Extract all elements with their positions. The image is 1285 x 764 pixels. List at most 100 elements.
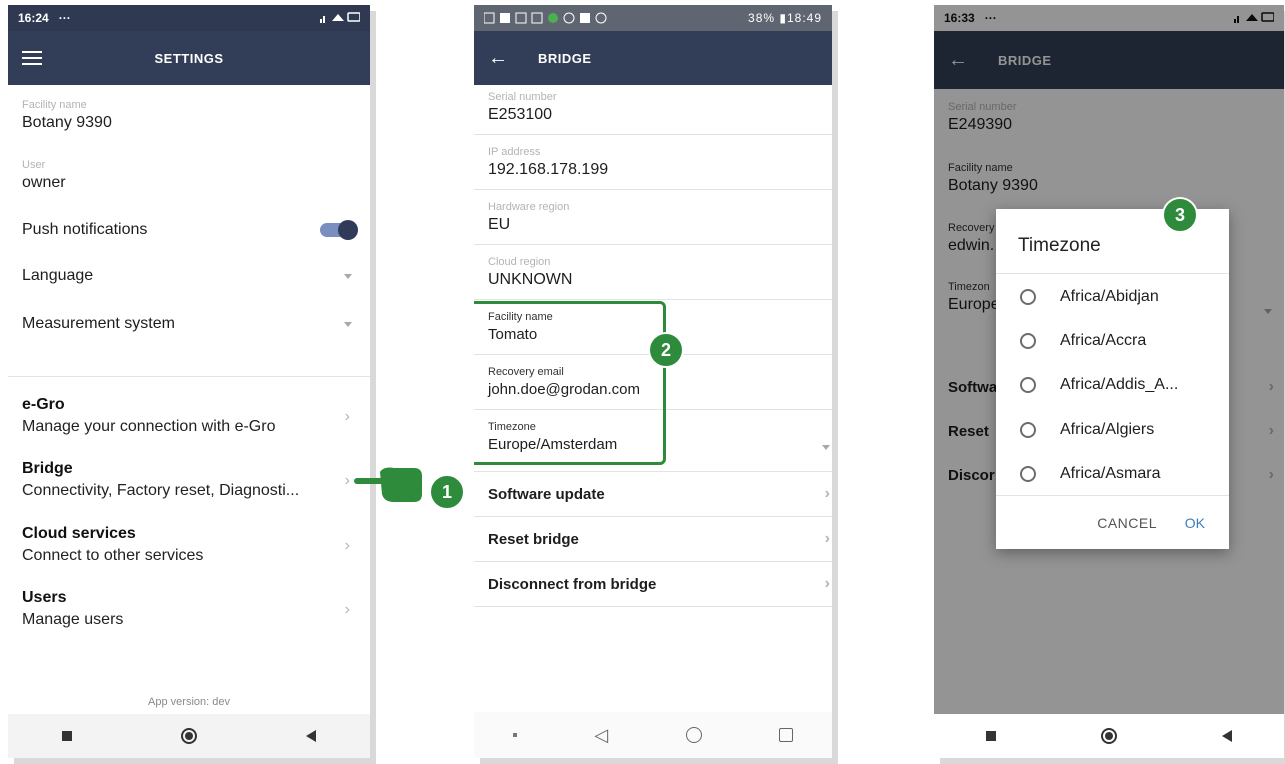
ip-address-field: IP address 192.168.178.199 xyxy=(488,146,818,179)
field-divider xyxy=(474,189,832,190)
field-label: Serial number xyxy=(488,91,557,103)
dialog-title: Timezone xyxy=(1018,235,1101,256)
home-icon[interactable] xyxy=(180,728,197,744)
timezone-option[interactable]: Africa/Algiers xyxy=(996,414,1229,446)
status-battery-time: 38% ▮18:49 xyxy=(748,11,822,25)
radio-button[interactable] xyxy=(1020,422,1036,438)
field-label: Facility name xyxy=(22,99,87,111)
field-label: Cloud region xyxy=(488,256,551,268)
field-value: E253100 xyxy=(488,106,553,123)
radio-button[interactable] xyxy=(1020,289,1036,305)
timezone-option[interactable]: Africa/Accra xyxy=(996,325,1229,357)
menu-item-bridge[interactable]: Bridge Connectivity, Factory reset, Diag… xyxy=(8,460,370,500)
home-icon[interactable] xyxy=(685,727,702,743)
status-time: 16:24 xyxy=(18,11,49,25)
phone-bridge: 38% ▮18:49 ← BRIDGE Serial number E25310… xyxy=(474,5,832,758)
page-title: SETTINGS xyxy=(154,50,224,66)
back-arrow-icon[interactable]: ← xyxy=(488,47,508,70)
timezone-option[interactable]: Africa/Addis_A... xyxy=(996,369,1229,401)
signal-icon xyxy=(320,11,361,23)
dialog-divider xyxy=(996,273,1229,274)
back-icon[interactable] xyxy=(305,730,316,742)
field-value: Botany 9390 xyxy=(22,114,112,131)
serial-number-field: Serial number E253100 xyxy=(488,91,818,124)
menu-item-title: Bridge xyxy=(22,460,73,477)
option-label: Africa/Accra xyxy=(1060,332,1147,349)
dropdown-caret-icon xyxy=(344,273,352,279)
field-value: UNKNOWN xyxy=(488,271,573,288)
hardware-region-field: Hardware region EU xyxy=(488,201,818,234)
back-icon[interactable]: ◁ xyxy=(594,725,608,746)
action-label: Software update xyxy=(488,485,605,503)
android-nav-bar xyxy=(934,714,1284,758)
option-label: Africa/Abidjan xyxy=(1060,288,1159,305)
measurement-system-select[interactable]: Measurement system xyxy=(8,311,370,337)
chevron-right-icon: › xyxy=(824,530,830,547)
field-label: User xyxy=(22,159,46,171)
field-divider xyxy=(474,606,832,607)
recents-icon[interactable] xyxy=(986,731,997,741)
facility-name-field: Facility name Botany 9390 xyxy=(22,99,356,132)
option-label: Africa/Addis_A... xyxy=(1060,376,1179,393)
option-label: Africa/Asmara xyxy=(1060,465,1161,482)
menu-item-subtitle: Connect to other services xyxy=(22,547,204,564)
push-notifications-label: Push notifications xyxy=(22,221,148,238)
status-icons xyxy=(320,11,361,26)
dot-icon xyxy=(512,733,517,737)
menu-item-egro[interactable]: e-Gro Manage your connection with e-Gro … xyxy=(8,396,370,436)
section-divider xyxy=(8,376,370,377)
radio-button[interactable] xyxy=(1020,466,1036,482)
menu-item-subtitle: Manage users xyxy=(22,611,124,628)
dropdown-caret-icon xyxy=(344,321,352,327)
toggle-knob xyxy=(338,220,358,240)
reset-bridge-row[interactable]: Reset bridge › xyxy=(474,517,832,561)
disconnect-bridge-row[interactable]: Disconnect from bridge › xyxy=(474,562,832,606)
app-bar: ← BRIDGE xyxy=(474,31,832,85)
timezone-option[interactable]: Africa/Asmara xyxy=(996,458,1229,490)
status-dots: ··· xyxy=(58,11,71,25)
user-field: User owner xyxy=(22,159,356,192)
chevron-right-icon: › xyxy=(344,537,350,554)
field-label: IP address xyxy=(488,146,541,158)
menu-item-title: e-Gro xyxy=(22,396,65,413)
highlight-box xyxy=(474,301,666,465)
pointing-hand-icon xyxy=(354,467,422,502)
app-bar: SETTINGS xyxy=(8,31,370,85)
back-icon[interactable] xyxy=(1221,730,1232,742)
software-update-row[interactable]: Software update › xyxy=(474,472,832,516)
phone-bridge-timezone: 16:33 ··· ← BRIDGE Serial number E249390… xyxy=(934,5,1284,758)
action-label: Reset bridge xyxy=(488,530,579,548)
menu-item-title: Cloud services xyxy=(22,525,136,542)
timezone-option[interactable]: Africa/Abidjan xyxy=(996,281,1229,313)
menu-item-cloud-services[interactable]: Cloud services Connect to other services… xyxy=(8,525,370,565)
step-badge-3: 3 xyxy=(1162,197,1198,233)
action-label: Disconnect from bridge xyxy=(488,575,657,593)
field-value: EU xyxy=(488,216,511,233)
radio-button[interactable] xyxy=(1020,377,1036,393)
home-icon[interactable] xyxy=(1100,728,1117,744)
field-divider xyxy=(474,299,832,300)
field-divider xyxy=(474,134,832,135)
ok-button[interactable]: OK xyxy=(1185,515,1205,531)
timezone-dialog: Timezone Africa/Abidjan Africa/Accra Afr… xyxy=(996,209,1229,549)
chevron-right-icon: › xyxy=(824,485,830,502)
measurement-system-label: Measurement system xyxy=(22,315,175,332)
language-select[interactable]: Language xyxy=(8,263,370,289)
menu-item-users[interactable]: Users Manage users › xyxy=(8,589,370,629)
menu-item-title: Users xyxy=(22,589,67,606)
push-notifications-row[interactable]: Push notifications xyxy=(8,217,370,243)
push-notifications-toggle[interactable] xyxy=(320,220,358,240)
page-title: BRIDGE xyxy=(538,50,592,66)
recents-icon[interactable] xyxy=(62,731,73,741)
status-bar: 38% ▮18:49 xyxy=(474,5,832,31)
recents-icon[interactable] xyxy=(779,728,794,742)
radio-button[interactable] xyxy=(1020,333,1036,349)
cancel-button[interactable]: CANCEL xyxy=(1097,515,1157,531)
step-badge-1: 1 xyxy=(429,474,465,510)
dialog-divider xyxy=(996,495,1229,496)
field-value: 192.168.178.199 xyxy=(488,161,609,178)
menu-item-subtitle: Manage your connection with e-Gro xyxy=(22,418,276,435)
chevron-right-icon: › xyxy=(344,601,350,618)
app-version: App version: dev xyxy=(148,696,230,708)
language-label: Language xyxy=(22,267,94,284)
